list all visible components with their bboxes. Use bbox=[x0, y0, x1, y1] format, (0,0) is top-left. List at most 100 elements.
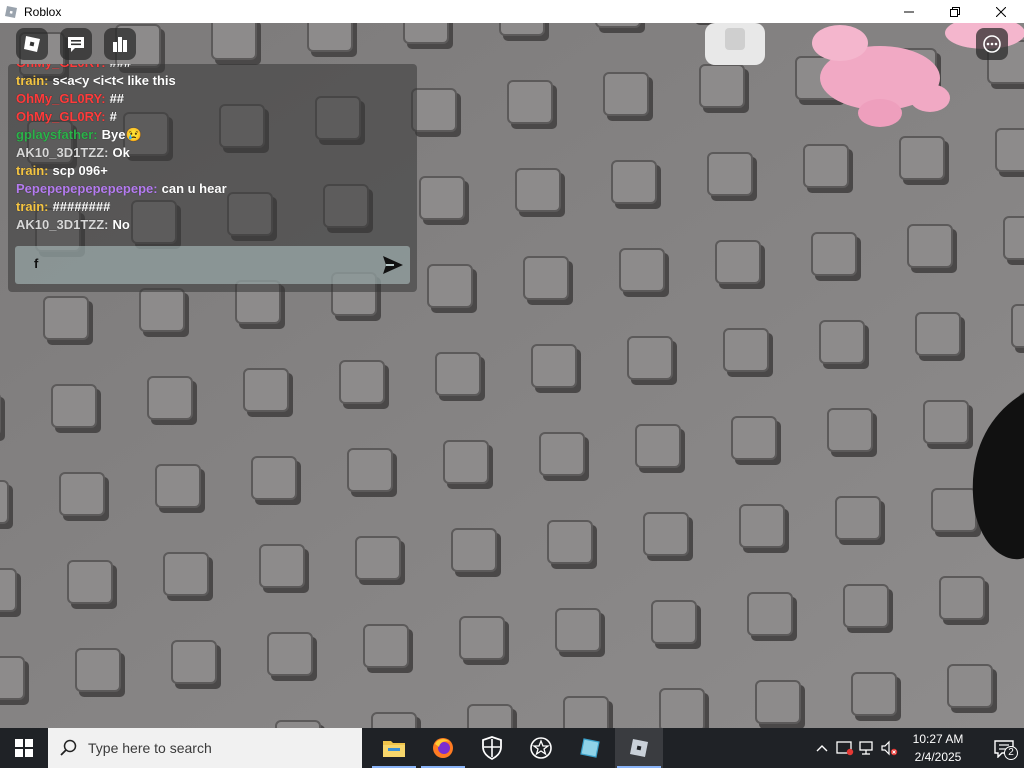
search-icon bbox=[60, 739, 77, 756]
chat-message-text: # bbox=[109, 109, 117, 124]
chat-message-author[interactable]: OhMy_GL0RY: bbox=[16, 91, 106, 106]
chat-message-text: Bye😢 bbox=[101, 127, 142, 142]
chat-message: OhMy_GL0RY: ## bbox=[16, 90, 411, 108]
floor-stud bbox=[627, 336, 677, 385]
floor-stud bbox=[411, 88, 461, 137]
taskbar-clock[interactable]: 10:27 AM 2/4/2025 bbox=[908, 730, 968, 766]
floor-stud bbox=[347, 448, 397, 497]
floor-stud bbox=[923, 400, 973, 449]
tray-app-button[interactable] bbox=[834, 728, 856, 768]
floor-stud bbox=[259, 544, 309, 593]
chevron-up-icon bbox=[816, 745, 828, 752]
floor-stud bbox=[603, 72, 653, 121]
chat-message-author[interactable]: Pepepepepepepepepe: bbox=[16, 181, 158, 196]
favorites-button[interactable] bbox=[517, 728, 565, 768]
chat-input-field[interactable]: f bbox=[34, 256, 38, 271]
floor-stud bbox=[211, 23, 261, 65]
floor-stud bbox=[251, 456, 301, 505]
chat-message-author[interactable]: OhMy_GL0RY: bbox=[16, 109, 106, 124]
floor-stud bbox=[459, 616, 509, 665]
tray-app-icon bbox=[836, 741, 854, 756]
chat-message: train: s<a<y <i<t< like this bbox=[16, 72, 411, 90]
window-title: Roblox bbox=[24, 4, 62, 19]
white-object bbox=[705, 23, 765, 65]
floor-stud bbox=[939, 576, 989, 625]
chat-message-text: scp 096+ bbox=[52, 163, 108, 178]
roblox-icon bbox=[630, 739, 648, 757]
floor-stud bbox=[747, 592, 797, 641]
chat-message: gplaysfather: Bye😢 bbox=[16, 126, 411, 144]
chat-window: OhMy_GL0RY:###train:s<a<y <i<t< like thi… bbox=[8, 64, 417, 292]
chat-input-bar[interactable]: f bbox=[15, 246, 410, 284]
roblox-studio-button[interactable] bbox=[566, 728, 614, 768]
more-options-button[interactable] bbox=[976, 28, 1008, 60]
floor-stud bbox=[915, 312, 965, 361]
floor-stud bbox=[843, 584, 893, 633]
floor-stud bbox=[819, 320, 869, 369]
floor-stud bbox=[155, 464, 205, 513]
floor-stud bbox=[275, 720, 325, 728]
roblox-menu-button[interactable] bbox=[16, 28, 48, 60]
chat-message-author[interactable]: AK10_3D1TZZ: bbox=[16, 217, 108, 232]
floor-stud bbox=[75, 648, 125, 697]
restore-icon bbox=[950, 6, 960, 17]
network-button[interactable] bbox=[856, 728, 878, 768]
leaderboard-button[interactable] bbox=[104, 28, 136, 60]
chat-message-author[interactable]: gplaysfather: bbox=[16, 127, 98, 142]
floor-stud bbox=[0, 568, 21, 617]
floor-stud bbox=[643, 512, 693, 561]
firefox-icon bbox=[433, 738, 453, 758]
taskbar-search-box[interactable]: Type here to search bbox=[48, 728, 362, 768]
file-explorer-icon bbox=[383, 741, 405, 757]
volume-button[interactable] bbox=[878, 728, 900, 768]
floor-stud bbox=[139, 288, 189, 337]
chat-message-author[interactable]: AK10_3D1TZZ: bbox=[16, 145, 108, 160]
chat-toggle-button[interactable] bbox=[60, 28, 92, 60]
chat-message-author[interactable]: OhMy_GL0RY: bbox=[16, 64, 106, 70]
floor-stud bbox=[355, 536, 405, 585]
floor-stud bbox=[67, 560, 117, 609]
chat-message-text: ## bbox=[109, 91, 125, 106]
floor-stud bbox=[619, 248, 669, 297]
roblox-button[interactable] bbox=[615, 728, 663, 768]
floor-stud bbox=[835, 496, 885, 545]
minimize-button[interactable] bbox=[886, 0, 932, 23]
floor-stud bbox=[267, 632, 317, 681]
chat-message-author[interactable]: train: bbox=[16, 73, 49, 88]
close-button[interactable] bbox=[978, 0, 1024, 23]
chat-message: OhMy_GL0RY: ### bbox=[16, 64, 411, 72]
floor-stud bbox=[995, 128, 1024, 177]
clock-time: 10:27 AM bbox=[912, 732, 964, 746]
floor-stud bbox=[59, 472, 109, 521]
floor-stud bbox=[555, 608, 605, 657]
floor-stud bbox=[1011, 304, 1024, 353]
floor-stud bbox=[427, 264, 477, 313]
floor-stud bbox=[907, 224, 957, 273]
game-viewport[interactable]: OhMy_GL0RY:###train:s<a<y <i<t< like thi… bbox=[0, 23, 1024, 728]
floor-stud bbox=[539, 432, 589, 481]
roblox-studio-icon bbox=[580, 738, 600, 758]
floor-stud bbox=[499, 23, 549, 41]
firefox-button[interactable] bbox=[419, 728, 467, 768]
file-explorer-button[interactable] bbox=[370, 728, 418, 768]
floor-stud bbox=[851, 672, 901, 721]
floor-stud bbox=[523, 256, 573, 305]
floor-stud bbox=[339, 360, 389, 409]
security-button[interactable] bbox=[468, 728, 516, 768]
floor-stud bbox=[755, 680, 805, 728]
floor-stud bbox=[731, 416, 781, 465]
floor-stud bbox=[451, 528, 501, 577]
floor-stud bbox=[435, 352, 485, 401]
maximize-button[interactable] bbox=[932, 0, 978, 23]
chat-message-author[interactable]: train: bbox=[16, 199, 49, 214]
chat-message: train: scp 096+ bbox=[16, 162, 411, 180]
chat-message-text: ######## bbox=[52, 199, 111, 214]
favorites-star-icon bbox=[530, 737, 552, 759]
chat-message-text: can u hear bbox=[161, 181, 227, 196]
send-icon[interactable] bbox=[382, 255, 404, 275]
chat-message-author[interactable]: train: bbox=[16, 163, 49, 178]
start-button[interactable] bbox=[0, 728, 48, 768]
chat-messages: OhMy_GL0RY:###train:s<a<y <i<t< like thi… bbox=[16, 64, 411, 234]
chat-icon bbox=[68, 37, 84, 52]
show-hidden-icons-button[interactable] bbox=[812, 728, 832, 768]
